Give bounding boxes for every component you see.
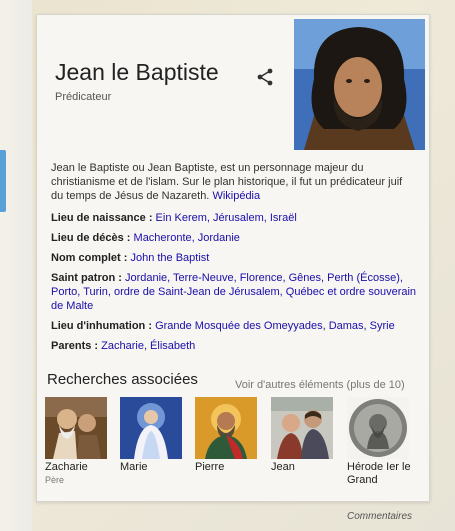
related-item-herode[interactable]: Hérode Ier le Grand <box>347 397 415 488</box>
fact-label: Parents : <box>51 340 102 352</box>
source-link[interactable]: Wikipédia <box>212 190 260 202</box>
jean-image <box>271 397 333 459</box>
fact-value: John the Baptist <box>130 252 210 264</box>
fact-label: Saint patron : <box>51 272 125 284</box>
related-item-zacharie[interactable]: Zacharie Père <box>45 397 113 485</box>
entity-portrait[interactable] <box>294 19 425 150</box>
entity-description: Jean le Baptiste ou Jean Baptiste, est u… <box>51 161 409 203</box>
related-item-name: Marie <box>120 461 148 473</box>
left-accent-bar <box>0 150 6 212</box>
fact-fullname: Nom complet : John the Baptist <box>51 251 419 265</box>
related-item-name: Jean <box>271 461 295 473</box>
more-results-link[interactable]: Voir d'autres éléments (plus de 10) <box>235 379 405 391</box>
related-searches-heading: Recherches associées <box>47 371 198 388</box>
entity-subtitle: Prédicateur <box>55 91 112 103</box>
fact-value-link[interactable]: Grande Mosquée des Omeyyades, Damas, Syr… <box>155 320 395 332</box>
fact-value-link[interactable]: Macheronte, Jordanie <box>134 232 240 244</box>
fact-parents: Parents : Zacharie, Élisabeth <box>51 339 419 353</box>
pierre-image <box>195 397 257 459</box>
share-icon[interactable] <box>255 67 275 87</box>
related-thumbnails: Zacharie Père Marie Pierre Jean Hérode I… <box>45 397 429 497</box>
entity-title: Jean le Baptiste <box>55 59 219 85</box>
facts-list: Lieu de naissance : Ein Kerem, Jérusalem… <box>51 211 419 359</box>
fact-burial: Lieu d'inhumation : Grande Mosquée des O… <box>51 319 419 333</box>
fact-value-link[interactable]: Ein Kerem, Jérusalem, Israël <box>156 212 297 224</box>
related-item-pierre[interactable]: Pierre <box>195 397 263 475</box>
fact-deathplace: Lieu de décès : Macheronte, Jordanie <box>51 231 419 245</box>
related-item-marie[interactable]: Marie <box>120 397 188 475</box>
related-item-role: Père <box>45 475 65 485</box>
knowledge-panel: Jean le Baptiste Prédicateur Jean le Bap… <box>36 14 430 502</box>
fact-value-link[interactable]: Zacharie, Élisabeth <box>101 340 195 352</box>
fact-patron: Saint patron : Jordanie, Terre-Neuve, Fl… <box>51 271 419 313</box>
fact-label: Lieu de décès : <box>51 232 134 244</box>
related-item-name: Zacharie <box>45 461 88 473</box>
left-edge-panel <box>0 0 32 531</box>
related-item-name: Hérode Ier le Grand <box>347 461 411 486</box>
related-item-name: Pierre <box>195 461 225 473</box>
fact-label: Lieu de naissance : <box>51 212 156 224</box>
zacharie-image <box>45 397 107 459</box>
fact-label: Nom complet : <box>51 252 131 264</box>
fact-birthplace: Lieu de naissance : Ein Kerem, Jérusalem… <box>51 211 419 225</box>
fact-label: Lieu d'inhumation : <box>51 320 156 332</box>
related-item-jean[interactable]: Jean <box>271 397 339 475</box>
herode-image <box>347 397 409 459</box>
marie-image <box>120 397 182 459</box>
feedback-link[interactable]: Commentaires <box>347 511 412 522</box>
